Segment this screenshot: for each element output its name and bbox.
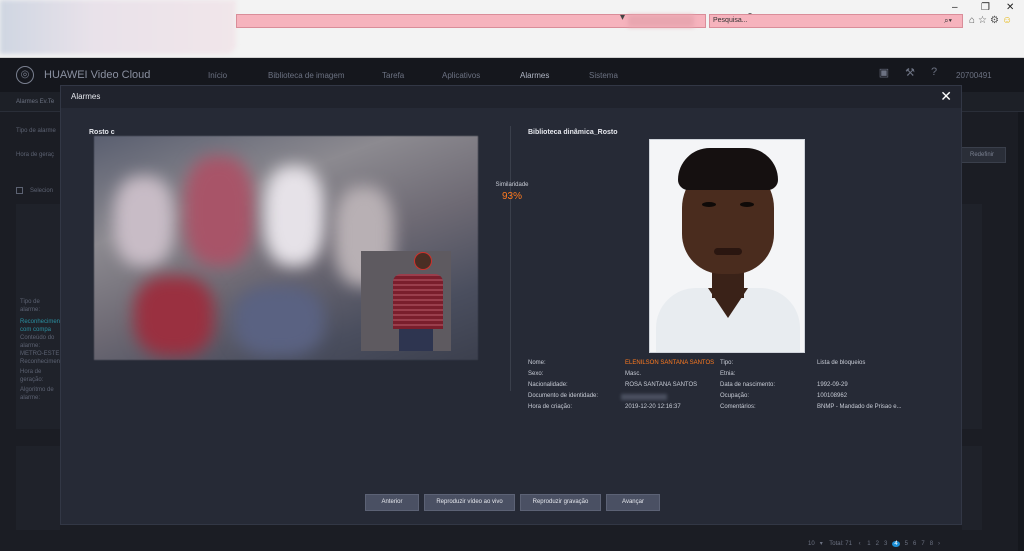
- alarm-card-detail-text: Algoritmo de alarme:: [20, 387, 54, 401]
- page-number[interactable]: 3: [884, 541, 887, 547]
- notification-icon[interactable]: ▣: [876, 66, 892, 82]
- nav-sistema[interactable]: Sistema: [589, 71, 618, 80]
- page-number[interactable]: 8: [930, 541, 933, 547]
- dialog-header: Alarmes ✕: [61, 86, 961, 108]
- chevron-down-icon[interactable]: ▾: [820, 541, 823, 547]
- info-value: 1992-09-29: [817, 382, 848, 388]
- info-label: Ocupação:: [720, 393, 750, 399]
- info-label: Sexo:: [528, 371, 544, 377]
- huawei-logo-icon: ◎: [16, 66, 34, 84]
- prev-page-icon[interactable]: ‹: [859, 541, 861, 547]
- divider: [510, 126, 511, 391]
- info-label: Tipo:: [720, 360, 734, 366]
- app-title: HUAWEI Video Cloud: [44, 69, 151, 81]
- face-detection-box: [414, 252, 432, 270]
- play-live-video-button[interactable]: Reproduzir vídeo ao vivo: [424, 494, 515, 511]
- info-label: Hora de criação:: [528, 404, 573, 410]
- filter-label-time: Hora de geraç: [16, 152, 55, 158]
- search-input[interactable]: Pesquisa... ⌕▾: [709, 14, 963, 28]
- search-placeholder: Pesquisa...: [713, 17, 748, 24]
- alarm-card-detail-text[interactable]: Reconhecimen com compa: [20, 318, 60, 334]
- captured-face-title: Rosto c: [89, 129, 115, 136]
- total-count: Total: 71: [829, 541, 852, 547]
- reset-button[interactable]: Redefinir: [958, 147, 1006, 163]
- dialog-title: Alarmes: [71, 92, 101, 101]
- nav-inicio[interactable]: Início: [208, 71, 227, 80]
- alarm-card-detail-text: Conteúdo do alarme:: [20, 335, 55, 349]
- nav-biblioteca[interactable]: Biblioteca de imagem: [268, 71, 344, 80]
- alarm-card-right[interactable]: [962, 204, 982, 429]
- page-size-select[interactable]: 10: [808, 541, 815, 547]
- info-value: 2019-12-20 12:16:37: [625, 404, 681, 410]
- page-scrollbar[interactable]: [1018, 58, 1024, 551]
- info-value: Masc.: [625, 371, 642, 377]
- home-star-gear-icons[interactable]: ⌂☆⚙☺: [969, 15, 1015, 26]
- pagination: 10 ▾ Total: 71 ‹ 1 2 3 4 5 6 7 8 ›: [808, 540, 950, 547]
- browser-toolbar: ▾ ↻ Pesquisa... ⌕▾ – ❐ ✕ ⌂☆⚙☺: [0, 0, 1024, 58]
- page-numbers: 1 2 3 4 5 6 7 8 ›: [867, 541, 945, 547]
- info-label: Etnia:: [720, 371, 736, 377]
- page-number[interactable]: 2: [876, 541, 879, 547]
- close-icon[interactable]: ✕: [940, 88, 952, 105]
- info-label: Comentários:: [720, 404, 756, 410]
- select-all-label: Selecion: [30, 188, 54, 194]
- library-title: Biblioteca dinâmica_Rosto: [528, 129, 618, 136]
- info-value: ROSA SANTANA SANTOS: [625, 382, 698, 388]
- info-value: ELENILSON SANTANA SANTOS: [625, 360, 715, 366]
- alarm-card-detail-text: Tipo de alarme:: [20, 299, 41, 313]
- breadcrumb: Alarmes Ev.Te: [16, 99, 55, 105]
- alarm-dialog: Alarmes ✕ Rosto c Similaridade 93% Bibli…: [60, 85, 962, 525]
- tools-icon[interactable]: ⚒: [902, 66, 918, 82]
- nav-tarefa[interactable]: Tarefa: [382, 71, 404, 80]
- alarm-card-left-2[interactable]: [16, 446, 60, 530]
- smiley-icon[interactable]: ☺: [1002, 15, 1015, 26]
- info-label: Nacionalidade:: [528, 382, 568, 388]
- info-value: Lista de bloqueios: [817, 360, 866, 366]
- info-label: Nome:: [528, 360, 546, 366]
- close-window-icon[interactable]: ✕: [1006, 2, 1014, 13]
- person-legs: [399, 329, 433, 351]
- user-name[interactable]: 20700491: [956, 71, 992, 80]
- browser-tab-blurred[interactable]: [0, 0, 236, 54]
- nav-alarmes[interactable]: Alarmes: [520, 71, 549, 80]
- next-page-icon[interactable]: ›: [938, 541, 940, 547]
- similarity-value: 93%: [501, 191, 522, 202]
- alarm-card-detail-text: METRO-ESTE Reconhecimen: [20, 351, 61, 365]
- page-number[interactable]: 1: [867, 541, 870, 547]
- filter-label-type: Tipo de alarme: [16, 128, 56, 134]
- nav-aplicativos[interactable]: Aplicativos: [442, 71, 480, 80]
- person-body: [393, 274, 443, 329]
- info-label: Data de nascimento:: [720, 382, 776, 388]
- info-value: BNMP - Mandado de Prisao e...: [817, 404, 902, 410]
- similarity-label: Similaridade: [495, 182, 529, 188]
- info-label: Documento de identidade:: [528, 393, 599, 399]
- info-value: 100108962: [817, 393, 848, 399]
- page-number[interactable]: 6: [913, 541, 916, 547]
- page-number[interactable]: 7: [921, 541, 924, 547]
- alarm-card-detail-text: Hora de geração:: [20, 369, 44, 383]
- library-portrait-image[interactable]: [649, 139, 805, 353]
- select-all-checkbox[interactable]: [16, 187, 23, 194]
- alarm-card-right-2[interactable]: [962, 446, 982, 530]
- next-button[interactable]: Avançar: [606, 494, 660, 511]
- page-number[interactable]: 4: [892, 541, 900, 547]
- play-recording-button[interactable]: Reproduzir gravação: [520, 494, 601, 511]
- maximize-icon[interactable]: ❐: [981, 2, 990, 13]
- previous-button[interactable]: Anterior: [365, 494, 419, 511]
- page-number[interactable]: 5: [905, 541, 908, 547]
- toolbar-icons[interactable]: ⌂☆⚙: [969, 15, 1002, 26]
- search-icon[interactable]: ⌕▾: [944, 15, 952, 27]
- help-icon[interactable]: ?: [926, 66, 942, 82]
- id-document-blurred: [621, 394, 667, 400]
- minimize-icon[interactable]: –: [952, 2, 958, 13]
